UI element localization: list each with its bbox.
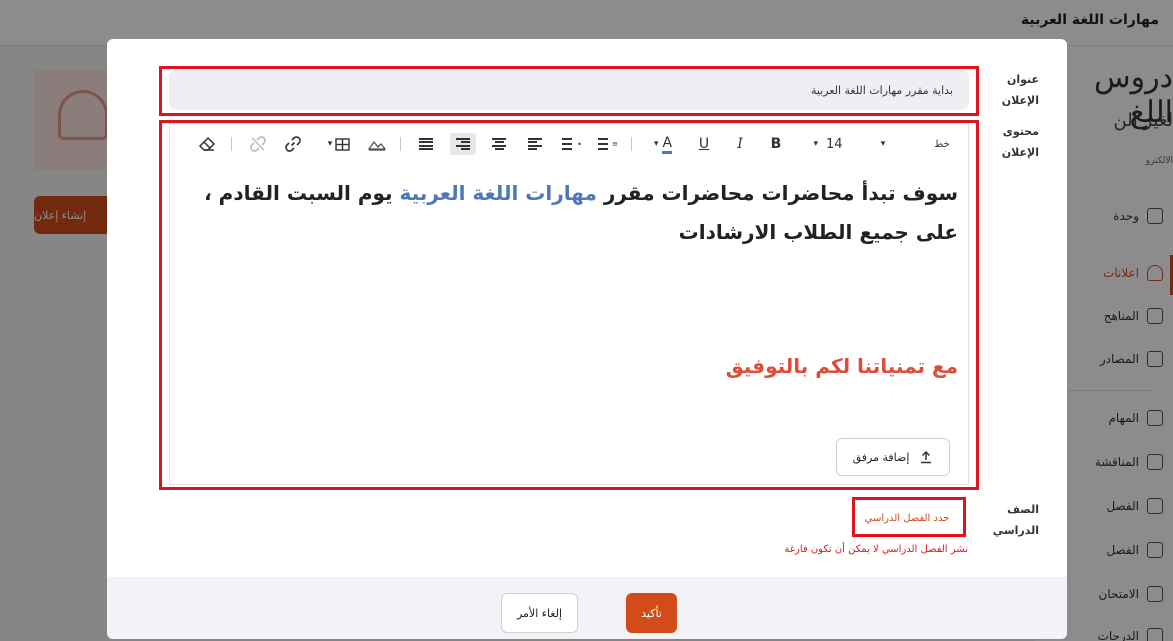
toolbar-separator — [231, 137, 232, 151]
bulleted-list-icon[interactable]: • — [562, 133, 582, 155]
font-size-select[interactable]: ▾ 14 — [808, 133, 848, 155]
font-family-dropdown-icon[interactable]: ▾ — [875, 133, 891, 155]
semester-select[interactable]: حدد الفصل الدراسي — [857, 503, 957, 533]
semester-field-label: الصف الدراسي — [992, 503, 1039, 537]
modal-footer — [107, 577, 1067, 639]
cancel-button[interactable]: إلغاء الأمر — [501, 593, 578, 633]
upload-icon — [921, 450, 932, 464]
insert-link-icon[interactable] — [282, 133, 304, 155]
content-closing-line: مع تمنياتنا لكم بالتوفيق — [725, 354, 958, 378]
bold-button[interactable]: B — [768, 133, 784, 155]
insert-image-icon[interactable] — [366, 133, 388, 155]
text-color-button[interactable]: ▾ A — [646, 133, 680, 155]
toolbar-separator — [400, 137, 401, 151]
create-announcement-modal: عنوان الإعلان محتوى الإعلان خط ▾ ▾14 B I… — [107, 39, 1067, 639]
font-family-select[interactable]: خط — [927, 133, 957, 155]
confirm-button[interactable]: تأكيد — [626, 593, 677, 633]
align-left-icon[interactable] — [525, 133, 545, 155]
italic-button[interactable]: I — [732, 133, 748, 155]
chevron-down-icon: ▾ — [653, 139, 659, 149]
chevron-down-icon: ▾ — [327, 139, 333, 149]
align-right-icon[interactable] — [450, 133, 476, 155]
add-attachment-button[interactable]: إضافة مرفق — [836, 438, 950, 476]
underline-button[interactable]: U — [696, 133, 712, 155]
rich-text-editor[interactable]: خط ▾ ▾ 14 B I U ▾ A ≡ • ▾ سوف تبدأ محاضرات… — [169, 123, 969, 485]
align-justify-icon[interactable] — [416, 133, 436, 155]
content-text-start: سوف تبدأ محاضرات محاضرات مقرر — [596, 181, 958, 205]
content-highlighted-course: مهارات اللغة العربية — [399, 181, 597, 205]
semester-error-message: نشر الفصل الدراسي لا يمكن أن تكون فارغة — [784, 544, 968, 555]
editor-content[interactable]: سوف تبدأ محاضرات محاضرات مقرر مهارات الل… — [188, 174, 958, 252]
content-field-label: محتوى الإعلان — [1001, 125, 1039, 159]
numbered-list-icon[interactable]: ≡ — [598, 133, 618, 155]
announcement-title-input[interactable] — [169, 70, 969, 110]
title-field-label: عنوان الإعلان — [1001, 73, 1039, 107]
unlink-icon[interactable] — [247, 133, 269, 155]
chevron-down-icon: ▾ — [813, 139, 818, 149]
eraser-icon[interactable] — [196, 133, 218, 155]
toolbar-separator — [631, 137, 632, 151]
editor-toolbar: خط ▾ ▾ 14 B I U ▾ A ≡ • ▾ — [170, 124, 970, 162]
insert-table-icon[interactable]: ▾ — [322, 133, 356, 155]
add-attachment-label: إضافة مرفق — [852, 450, 910, 464]
align-center-icon[interactable] — [489, 133, 509, 155]
